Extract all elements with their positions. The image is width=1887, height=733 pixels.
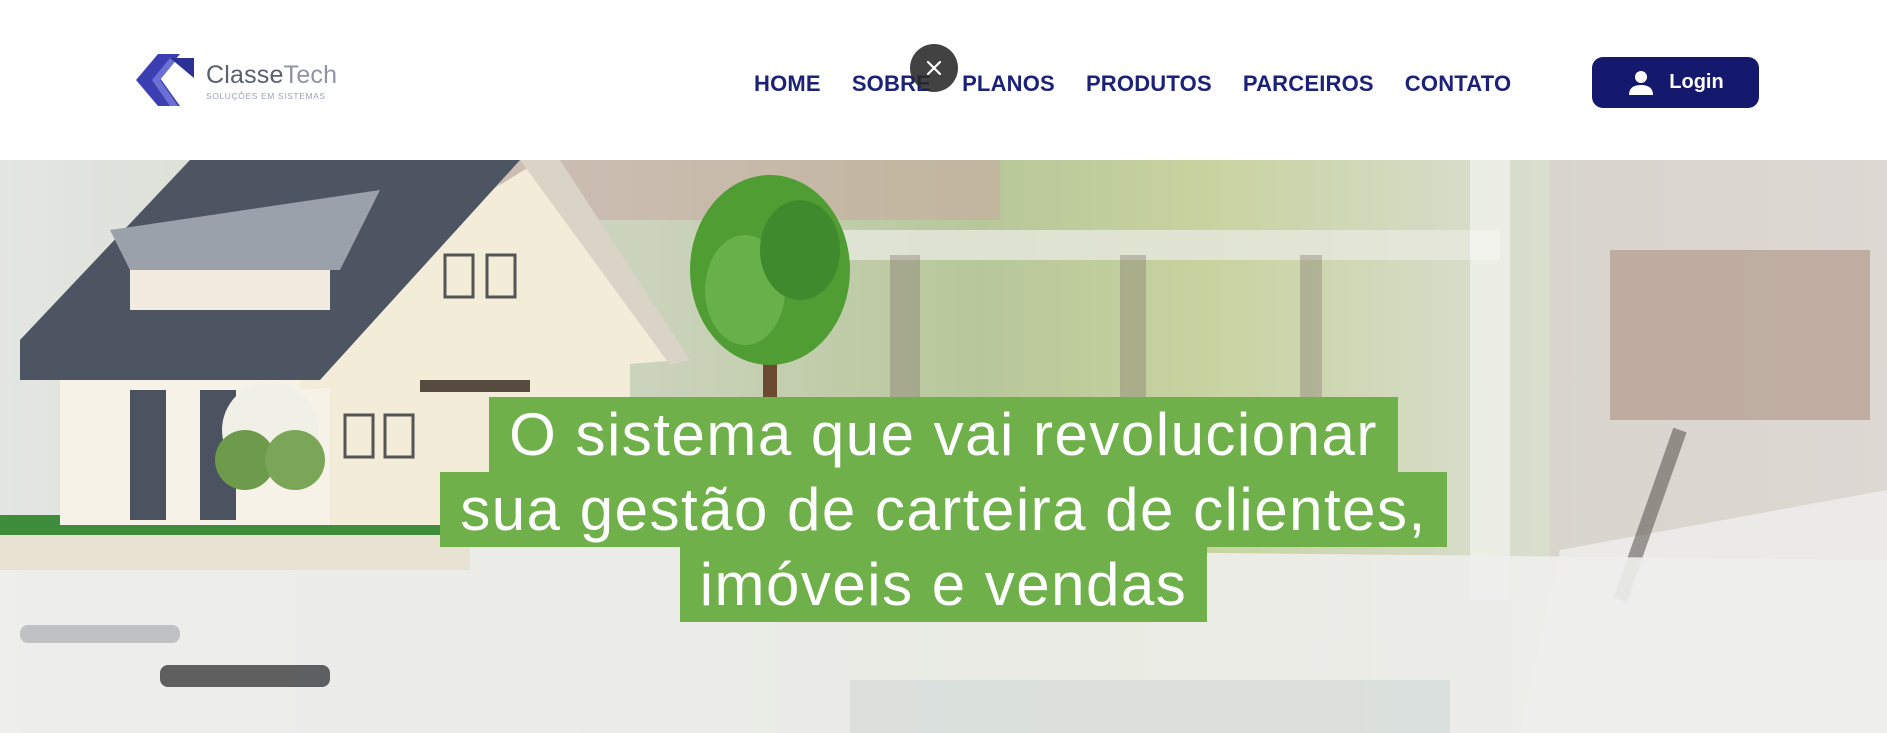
brand-logo[interactable]: ClasseTech Soluções em sistemas bbox=[126, 48, 337, 114]
nav-home[interactable]: HOME bbox=[754, 70, 821, 98]
hero-headline: O sistema que vai revolucionar sua gestã… bbox=[0, 397, 1887, 622]
logo-text: ClasseTech Soluções em sistemas bbox=[206, 62, 337, 101]
brand-name-light: Tech bbox=[283, 60, 338, 89]
nav-planos[interactable]: PLANOS bbox=[962, 70, 1055, 98]
headline-line-1: O sistema que vai revolucionar bbox=[489, 397, 1398, 472]
login-label: Login bbox=[1669, 71, 1724, 93]
logo-mark-icon bbox=[136, 54, 194, 106]
headline-line-3: imóveis e vendas bbox=[679, 547, 1208, 622]
close-icon bbox=[926, 60, 942, 76]
close-overlay-button[interactable] bbox=[910, 44, 958, 92]
nav-produtos[interactable]: PRODUTOS bbox=[1086, 70, 1212, 98]
main-nav: HOME SOBRE PLANOS PRODUTOS PARCEIROS CON… bbox=[754, 70, 1511, 98]
headline-line-2: sua gestão de carteira de clientes, bbox=[440, 472, 1447, 547]
nav-contato[interactable]: CONTATO bbox=[1405, 70, 1512, 98]
nav-parceiros[interactable]: PARCEIROS bbox=[1243, 70, 1374, 98]
hero-banner: O sistema que vai revolucionar sua gestã… bbox=[0, 160, 1887, 733]
brand-name-bold: Classe bbox=[206, 60, 284, 89]
login-button[interactable]: Login bbox=[1592, 57, 1759, 108]
brand-name: ClasseTech bbox=[206, 62, 337, 88]
user-icon bbox=[1629, 70, 1654, 95]
brand-tagline: Soluções em sistemas bbox=[206, 90, 326, 101]
